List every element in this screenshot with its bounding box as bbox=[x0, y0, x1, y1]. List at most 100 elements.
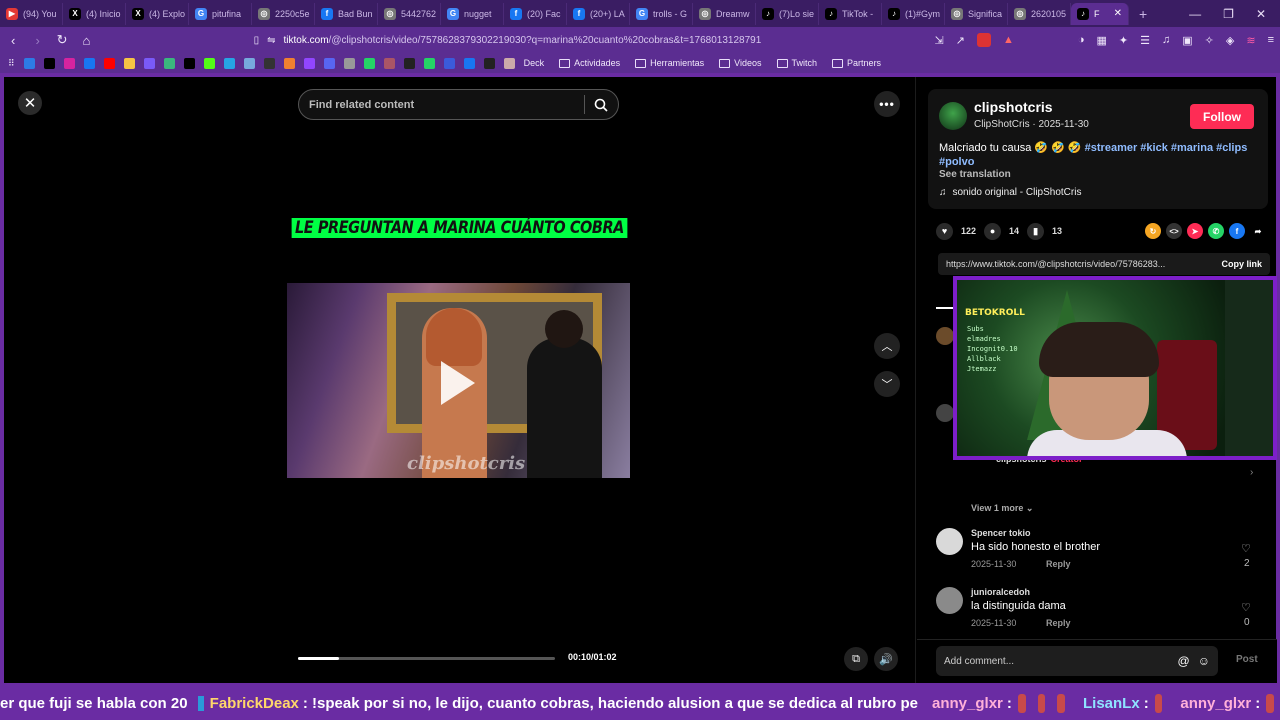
bookmark-folder-herramientas[interactable]: Herramientas bbox=[635, 58, 704, 68]
more-options-icon[interactable]: ••• bbox=[874, 91, 900, 117]
embed-icon[interactable]: <> bbox=[1166, 223, 1182, 239]
bookmark-app12-icon[interactable] bbox=[463, 57, 475, 69]
bookmark-icon[interactable]: ▮ bbox=[1027, 222, 1045, 240]
tab-2[interactable]: X (4) Explo bbox=[126, 2, 189, 25]
wallet-icon[interactable]: ▣ bbox=[1182, 34, 1192, 47]
bookmark-whatsapp-icon[interactable] bbox=[423, 57, 435, 69]
close-tab-icon[interactable]: ✕ bbox=[1114, 8, 1122, 19]
url-field[interactable]: ▯ ⇋ tiktok.com/@clipshotcris/video/75786… bbox=[254, 30, 925, 50]
post-hashtags[interactable]: #streamer #kick #marina #clips bbox=[1085, 142, 1248, 154]
video-progress-bar[interactable] bbox=[298, 657, 555, 660]
mention-icon[interactable]: @ bbox=[1178, 654, 1190, 668]
tab-4[interactable]: ◎ 2250c5e bbox=[252, 2, 315, 25]
vpn-icon[interactable]: ◈ bbox=[1226, 34, 1234, 47]
repost-icon[interactable]: ↻ bbox=[1145, 223, 1161, 239]
chevron-right-icon[interactable]: › bbox=[1250, 467, 1253, 478]
tab-16[interactable]: ◎ 2620105 bbox=[1008, 2, 1071, 25]
comment-like-icon[interactable]: ♡ bbox=[1241, 542, 1251, 555]
share-icon[interactable]: ➦ bbox=[1250, 223, 1266, 239]
back-icon[interactable]: ‹ bbox=[6, 33, 20, 48]
follow-button[interactable]: Follow bbox=[1190, 104, 1254, 129]
bookmark-folder-twitch[interactable]: Twitch bbox=[776, 58, 817, 68]
comment-author[interactable]: Spencer tokio bbox=[971, 528, 1031, 538]
send-icon[interactable]: ➤ bbox=[1187, 223, 1203, 239]
tab-active[interactable]: ♪ F ✕ bbox=[1071, 2, 1129, 25]
sidebar-icon[interactable]: ▦ bbox=[1097, 34, 1107, 47]
post-comment-button[interactable]: Post bbox=[1236, 654, 1258, 665]
comment-avatar[interactable] bbox=[936, 327, 954, 345]
bookmark-app7-icon[interactable] bbox=[343, 57, 355, 69]
tab-12[interactable]: ♪ (7)Lo sie bbox=[756, 2, 819, 25]
brave-shield-icon[interactable] bbox=[976, 33, 991, 47]
sound-link[interactable]: ♫ sonido original - ClipShotCris bbox=[939, 187, 1081, 198]
bookmark-tiktok-icon[interactable] bbox=[43, 57, 55, 69]
bookmark-app13-icon[interactable] bbox=[483, 57, 495, 69]
bookmark-app10-icon[interactable] bbox=[403, 57, 415, 69]
bookmark-app6-icon[interactable] bbox=[323, 57, 335, 69]
bookmark-folder-actividades[interactable]: Actividades bbox=[559, 58, 620, 68]
tab-14[interactable]: ♪ (1)#Gym bbox=[882, 2, 945, 25]
bookmark-facebook-icon[interactable] bbox=[83, 57, 95, 69]
comment-avatar[interactable] bbox=[936, 587, 963, 614]
previous-video-button[interactable]: ︿ bbox=[874, 333, 900, 359]
video-frame[interactable]: clipshotcris bbox=[287, 283, 630, 478]
tab-13[interactable]: ♪ TikTok - bbox=[819, 2, 882, 25]
bookmark-instagram-icon[interactable] bbox=[63, 57, 75, 69]
bookmark-x-icon[interactable] bbox=[183, 57, 195, 69]
search-input[interactable]: Find related content bbox=[309, 99, 584, 111]
comment-like-icon[interactable]: ♡ bbox=[1241, 601, 1251, 614]
restore-icon[interactable]: ❐ bbox=[1223, 7, 1234, 21]
bookmark-deck[interactable]: Deck bbox=[524, 58, 545, 68]
bookmark-app3-icon[interactable] bbox=[263, 57, 275, 69]
volume-icon[interactable]: 🔊 bbox=[874, 647, 898, 671]
see-translation-link[interactable]: See translation bbox=[939, 169, 1011, 180]
author-avatar[interactable] bbox=[939, 102, 967, 130]
cast-icon[interactable]: ⇲ bbox=[935, 34, 944, 47]
play-icon[interactable] bbox=[441, 361, 475, 405]
tab-3[interactable]: Gpitufina bbox=[189, 2, 252, 25]
author-username[interactable]: clipshotcris bbox=[974, 99, 1053, 115]
bookmark-folder-partners[interactable]: Partners bbox=[832, 58, 881, 68]
profile-icon[interactable]: ≋ bbox=[1246, 34, 1255, 47]
next-video-button[interactable]: ﹀ bbox=[874, 371, 900, 397]
comment-input[interactable]: Add comment... @ ☺ bbox=[936, 646, 1218, 676]
comment-icon[interactable]: ● bbox=[984, 222, 1002, 240]
puzzle-icon[interactable]: ✦ bbox=[1119, 34, 1128, 47]
close-window-icon[interactable]: ✕ bbox=[1256, 7, 1266, 21]
facebook-icon[interactable]: f bbox=[1229, 223, 1245, 239]
view-more-replies[interactable]: View 1 more ⌄ bbox=[971, 503, 1033, 514]
whatsapp-icon[interactable]: ✆ bbox=[1208, 223, 1224, 239]
apps-icon[interactable]: ⠿ bbox=[8, 58, 15, 69]
video-player[interactable]: Find related content LE PREGUNTAN A MARI… bbox=[287, 77, 630, 683]
tab-8[interactable]: f (20) Fac bbox=[504, 2, 567, 25]
tab-7[interactable]: Gnugget bbox=[441, 2, 504, 25]
bookmark-drive-icon[interactable] bbox=[123, 57, 135, 69]
bookmark-star-icon[interactable]: ▯ bbox=[254, 35, 260, 46]
bookmark-app-icon[interactable] bbox=[143, 57, 155, 69]
reload-icon[interactable]: ↻ bbox=[55, 32, 69, 48]
music-icon[interactable]: ♫ bbox=[1162, 34, 1170, 46]
copy-link-button[interactable]: Copy link bbox=[1221, 259, 1262, 269]
emoji-icon[interactable]: ☺ bbox=[1198, 654, 1210, 668]
reply-button[interactable]: Reply bbox=[1046, 618, 1071, 628]
tab-0[interactable]: ▶ (94) You bbox=[0, 2, 63, 25]
search-icon[interactable] bbox=[594, 98, 608, 112]
tab-6[interactable]: ◎ 5442762 bbox=[378, 2, 441, 25]
comment-avatar[interactable] bbox=[936, 404, 954, 422]
floating-player-icon[interactable]: ⧉ bbox=[844, 647, 868, 671]
minimize-icon[interactable]: — bbox=[1189, 7, 1201, 21]
bookmark-youtube-icon[interactable] bbox=[103, 57, 115, 69]
tab-15[interactable]: ◎ Significa bbox=[945, 2, 1008, 25]
bookmark-app5-icon[interactable] bbox=[303, 57, 315, 69]
bookmark-app4-icon[interactable] bbox=[283, 57, 295, 69]
bookmark-folder-videos[interactable]: Videos bbox=[719, 58, 762, 68]
bookmark-outlook-icon[interactable] bbox=[23, 57, 35, 69]
related-search-bar[interactable]: Find related content bbox=[298, 89, 619, 120]
new-tab-button[interactable]: + bbox=[1129, 6, 1157, 22]
bookmark-gpt-icon[interactable] bbox=[163, 57, 175, 69]
post-hashtag-polvo[interactable]: #polvo bbox=[939, 156, 974, 168]
close-video-button[interactable]: ✕ bbox=[18, 91, 42, 115]
leo-icon[interactable]: ✧ bbox=[1205, 34, 1214, 47]
bookmark-app8-icon[interactable] bbox=[363, 57, 375, 69]
bookmark-app14-icon[interactable] bbox=[503, 57, 515, 69]
